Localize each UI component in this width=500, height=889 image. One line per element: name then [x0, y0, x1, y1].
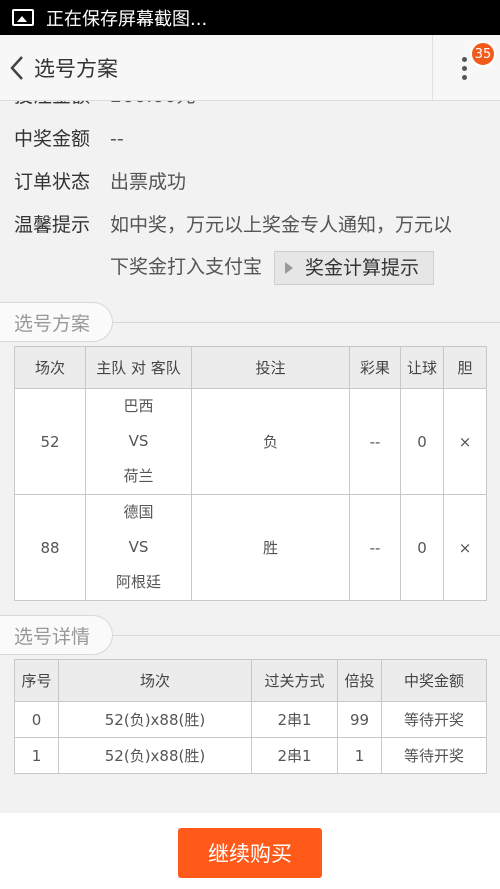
content-scroll[interactable]: 投注金额 200.00元 中奖金额 -- 订单状态 出票成功 温馨提示 如中奖，… [0, 101, 500, 813]
play-arrow-icon [285, 261, 294, 274]
away-team: 荷兰 [123, 467, 154, 485]
tips-label: 温馨提示 [14, 214, 91, 236]
bet-cell: 负 [191, 388, 350, 495]
continue-buy-button[interactable]: 继续购买 [178, 828, 322, 878]
order-status-value: 出票成功 [110, 171, 187, 193]
order-info: 投注金额 200.00元 中奖金额 -- 订单状态 出票成功 温馨提示 如中奖，… [0, 101, 500, 288]
scheme-section-header: 选号方案 [0, 300, 500, 346]
mode-cell: 2串1 [251, 701, 338, 738]
prize-amount-label: 中奖金额 [14, 128, 91, 150]
table-row: 1 52(负)x88(胜) 2串1 1 等待开奖 [14, 737, 487, 774]
overflow-menu-button[interactable]: 35 [432, 35, 500, 101]
prize-cell: 等待开奖 [381, 737, 487, 774]
col-banker: 胆 [443, 346, 487, 389]
table-row: 88 德国 VS 阿根廷 胜 -- 0 × [14, 494, 487, 601]
prize-calc-label: 奖金计算提示 [305, 256, 420, 279]
vs-label: VS [128, 538, 149, 556]
multiple-cell: 1 [337, 737, 382, 774]
bet-cell: 胜 [191, 494, 350, 601]
bottom-bar: 继续购买 [0, 813, 500, 889]
notification-badge: 35 [470, 41, 496, 67]
prize-amount-row: 中奖金额 -- [14, 118, 486, 161]
multiple-cell: 99 [337, 701, 382, 738]
mode-cell: 2串1 [251, 737, 338, 774]
handicap-cell: 0 [400, 494, 444, 601]
home-team: 巴西 [123, 397, 154, 415]
home-team: 德国 [123, 503, 154, 521]
banker-cell: × [443, 388, 487, 495]
status-text: 正在保存屏幕截图... [46, 8, 208, 30]
result-cell: -- [349, 388, 401, 495]
col-matches: 场次 [58, 659, 252, 702]
tips-line-2-text: 下奖金打入支付宝 [110, 256, 263, 278]
col-handicap: 让球 [400, 346, 444, 389]
index-cell: 1 [14, 737, 59, 774]
page-title: 选号方案 [34, 56, 118, 81]
detail-header-row: 序号 场次 过关方式 倍投 中奖金额 [14, 659, 487, 702]
col-bet: 投注 [191, 346, 350, 389]
scheme-section-title: 选号方案 [0, 302, 114, 342]
detail-section-header: 选号详情 [0, 613, 500, 659]
col-prize: 中奖金额 [381, 659, 487, 702]
vs-label: VS [128, 432, 149, 450]
table-row: 0 52(负)x88(胜) 2串1 99 等待开奖 [14, 701, 487, 738]
status-bar: 正在保存屏幕截图... [0, 0, 500, 35]
col-mode: 过关方式 [251, 659, 338, 702]
scheme-table: 场次 主队 对 客队 投注 彩果 让球 胆 52 巴西 VS 荷兰 负 -- 0… [14, 346, 487, 601]
col-multiple: 倍投 [337, 659, 382, 702]
order-status-row: 订单状态 出票成功 [14, 161, 486, 204]
title-bar: 选号方案 35 [0, 35, 500, 101]
away-team: 阿根廷 [115, 573, 161, 591]
tips-text: 如中奖，万元以上奖金专人通知，万元以 下奖金打入支付宝 奖金计算提示 [110, 204, 482, 288]
col-teams: 主队 对 客队 [85, 346, 192, 389]
matches-cell: 52(负)x88(胜) [58, 701, 252, 738]
scheme-header-row: 场次 主队 对 客队 投注 彩果 让球 胆 [14, 346, 487, 389]
bet-amount-value: 200.00元 [110, 101, 195, 118]
detail-section-title: 选号详情 [0, 615, 114, 655]
result-cell: -- [349, 494, 401, 601]
bet-amount-label: 投注金额 [14, 101, 110, 118]
teams-cell: 德国 VS 阿根廷 [85, 494, 192, 601]
detail-table: 序号 场次 过关方式 倍投 中奖金额 0 52(负)x88(胜) 2串1 99 … [14, 659, 487, 774]
prize-calc-button[interactable]: 奖金计算提示 [274, 250, 435, 285]
tips-line-2: 下奖金打入支付宝 奖金计算提示 [110, 246, 482, 288]
col-result: 彩果 [349, 346, 401, 389]
col-index: 序号 [14, 659, 59, 702]
prize-amount-value: -- [110, 128, 124, 150]
banker-cell: × [443, 494, 487, 601]
back-arrow-icon[interactable] [6, 55, 28, 80]
bet-amount-row: 投注金额 200.00元 [14, 101, 486, 118]
more-vert-icon [462, 57, 468, 84]
matches-cell: 52(负)x88(胜) [58, 737, 252, 774]
teams-cell: 巴西 VS 荷兰 [85, 388, 192, 495]
order-status-label: 订单状态 [14, 171, 91, 193]
handicap-cell: 0 [400, 388, 444, 495]
tips-line-1: 如中奖，万元以上奖金专人通知，万元以 [110, 214, 453, 236]
index-cell: 0 [14, 701, 59, 738]
table-row: 52 巴西 VS 荷兰 负 -- 0 × [14, 388, 487, 495]
screenshot-icon [12, 9, 34, 26]
match-no: 52 [14, 388, 86, 495]
match-no: 88 [14, 494, 86, 601]
col-match: 场次 [14, 346, 86, 389]
prize-cell: 等待开奖 [381, 701, 487, 738]
tips-row: 温馨提示 如中奖，万元以上奖金专人通知，万元以 下奖金打入支付宝 奖金计算提示 [14, 204, 486, 288]
